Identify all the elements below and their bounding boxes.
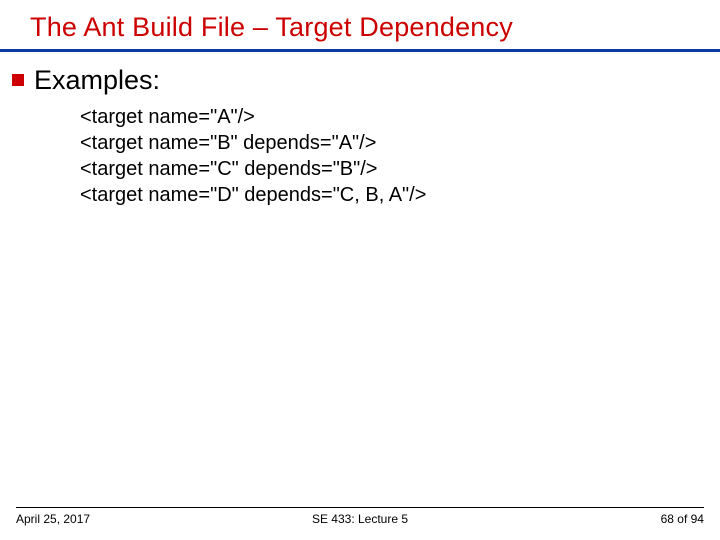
footer-date: April 25, 2017 [16, 512, 245, 526]
bullet-item: Examples: [0, 60, 720, 98]
slide-footer: April 25, 2017 SE 433: Lecture 5 68 of 9… [0, 507, 720, 526]
slide: The Ant Build File – Target Dependency E… [0, 0, 720, 540]
footer-page: 68 of 94 [475, 512, 704, 526]
code-line: <target name="B" depends="A"/> [80, 132, 376, 154]
code-line: <target name="A"/> [80, 106, 255, 128]
slide-title: The Ant Build File – Target Dependency [0, 0, 720, 49]
title-underline [0, 49, 720, 52]
bullet-text: Examples: [34, 64, 160, 98]
footer-rule [16, 507, 704, 508]
footer-course: SE 433: Lecture 5 [245, 512, 474, 526]
code-example: <target name="A"/> <target name="B" depe… [0, 98, 720, 208]
code-line: <target name="D" depends="C, B, A"/> [80, 184, 426, 206]
code-line: <target name="C" depends="B"/> [80, 158, 377, 180]
bullet-square-icon [12, 74, 24, 86]
footer-row: April 25, 2017 SE 433: Lecture 5 68 of 9… [16, 512, 704, 526]
